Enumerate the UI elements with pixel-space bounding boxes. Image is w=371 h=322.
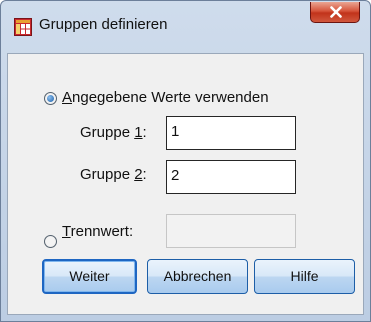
group1-label: Gruppe 1: — [80, 124, 147, 141]
mnemonic-t: T — [62, 223, 71, 240]
group1-input[interactable]: 1 — [166, 116, 296, 150]
title-bar[interactable]: Gruppen definieren — [1, 1, 370, 53]
mnemonic-a: A — [62, 89, 73, 106]
group2-label: Gruppe 2: — [80, 166, 147, 183]
close-icon — [330, 6, 342, 18]
close-button[interactable] — [310, 2, 360, 23]
continue-button[interactable]: Weiter — [42, 259, 137, 294]
cut-point-radio[interactable] — [44, 235, 57, 248]
cancel-button[interactable]: Abbrechen — [147, 259, 248, 294]
window-title: Gruppen definieren — [39, 16, 168, 33]
dialog-window: Gruppen definieren Angegebene Werte verw… — [0, 0, 371, 322]
specified-values-radio[interactable] — [44, 92, 57, 105]
specified-values-label[interactable]: Angegebene Werte verwenden — [62, 89, 269, 106]
group2-input[interactable]: 2 — [166, 160, 296, 194]
cut-point-input[interactable] — [166, 214, 296, 248]
cut-point-label[interactable]: Trennwert: — [62, 223, 133, 240]
grid-icon — [14, 18, 32, 36]
help-button[interactable]: Hilfe — [254, 259, 355, 294]
